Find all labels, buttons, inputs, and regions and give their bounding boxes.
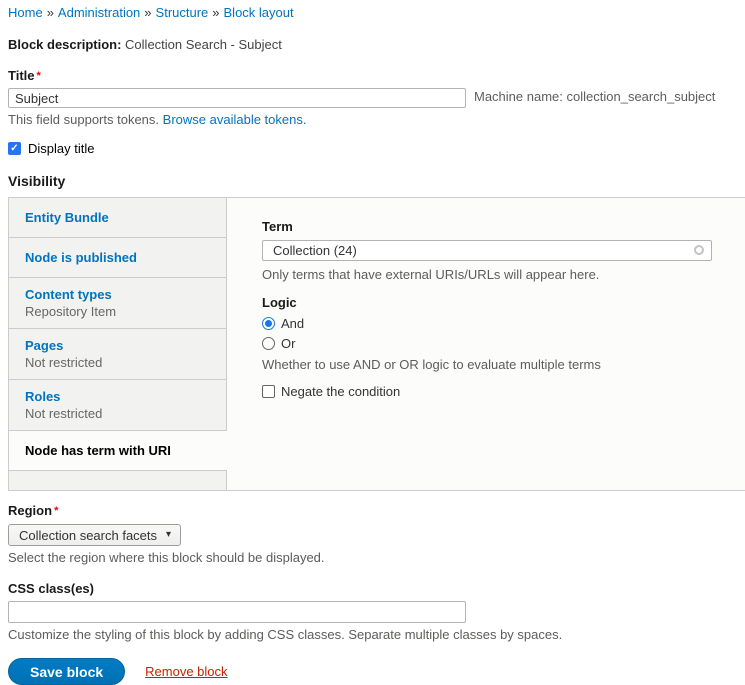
term-label: Term [262,219,745,235]
region-select[interactable]: Collection search facets ▾ [8,524,181,546]
display-title-label: Display title [28,141,94,156]
or-radio[interactable] [262,337,275,350]
or-radio-label: Or [281,336,295,351]
css-classes-description: Customize the styling of this block by a… [8,627,745,642]
visibility-tab-pane: Term Only terms that have external URIs/… [227,198,745,490]
css-classes-input[interactable] [8,601,466,623]
autocomplete-icon [694,245,704,255]
negate-condition-label: Negate the condition [281,384,400,399]
tab-content-types[interactable]: Content types Repository Item [9,278,227,329]
tabs-menu-filler [9,471,227,490]
form-actions: Save block Remove block [8,658,745,685]
logic-label: Logic [262,295,745,311]
and-radio[interactable] [262,317,275,330]
term-autocomplete-input[interactable] [262,240,712,261]
tab-summary: Repository Item [25,303,210,320]
logic-description: Whether to use AND or OR logic to evalua… [262,357,745,372]
breadcrumb-separator: » [212,5,219,20]
breadcrumb-link-administration[interactable]: Administration [58,5,140,20]
visibility-heading: Visibility [8,173,745,189]
title-label: Title* [8,68,745,84]
tab-summary: Not restricted [25,354,210,371]
tab-summary: Not restricted [25,405,210,422]
title-help: This field supports tokens. Browse avail… [8,112,745,127]
tab-entity-bundle[interactable]: Entity Bundle [9,198,227,238]
and-radio-label: And [281,316,304,331]
display-title-row: ✓ Display title [8,141,745,156]
logic-option-and: And [262,316,745,331]
display-title-checkbox[interactable]: ✓ [8,142,21,155]
negate-condition-row: ✓ Negate the condition [262,384,745,399]
breadcrumb-link-block-layout[interactable]: Block layout [224,5,294,20]
term-description: Only terms that have external URIs/URLs … [262,267,745,282]
required-marker: * [37,70,41,82]
tab-node-has-term-with-uri[interactable]: Node has term with URI [9,431,227,471]
region-label: Region* [8,503,745,519]
checkmark-icon: ✓ [10,144,18,154]
negate-condition-checkbox[interactable]: ✓ [262,385,275,398]
breadcrumb-separator: » [144,5,151,20]
tab-roles[interactable]: Roles Not restricted [9,380,227,431]
block-description-value: Collection Search - Subject [125,37,282,52]
tab-node-is-published[interactable]: Node is published [9,238,227,278]
region-description: Select the region where this block shoul… [8,550,745,565]
radio-dot-icon [265,320,272,327]
remove-block-link[interactable]: Remove block [145,664,227,679]
block-description-label: Block description: [8,37,121,52]
browse-tokens-link[interactable]: Browse available tokens. [163,112,307,127]
title-input[interactable] [8,88,466,108]
machine-name: Machine name: collection_search_subject [474,89,715,104]
visibility-vertical-tabs: Entity Bundle Node is published Content … [8,197,745,491]
breadcrumb-link-structure[interactable]: Structure [156,5,209,20]
breadcrumb-separator: » [47,5,54,20]
breadcrumb: Home»Administration»Structure»Block layo… [8,4,745,21]
logic-option-or: Or [262,336,745,351]
visibility-tabs-menu: Entity Bundle Node is published Content … [9,198,227,490]
breadcrumb-link-home[interactable]: Home [8,5,43,20]
css-classes-label: CSS class(es) [8,581,745,597]
chevron-down-icon: ▾ [166,530,171,540]
block-description: Block description: Collection Search - S… [8,37,745,52]
region-select-value: Collection search facets [19,528,157,543]
save-block-button[interactable]: Save block [8,658,125,685]
tab-pages[interactable]: Pages Not restricted [9,329,227,380]
required-marker: * [54,505,58,517]
